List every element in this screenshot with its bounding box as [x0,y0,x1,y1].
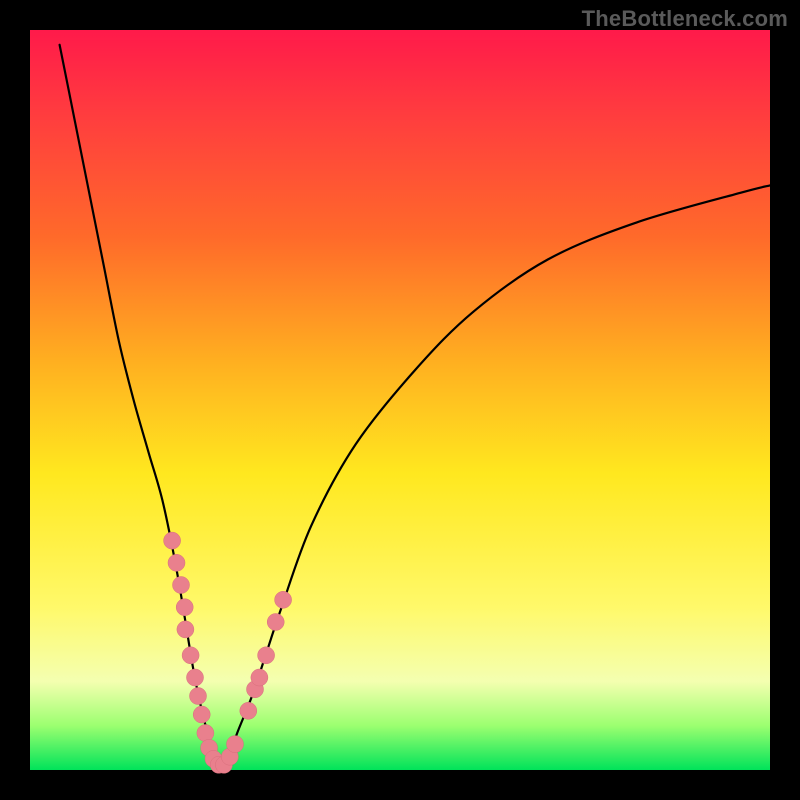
marker-point [275,591,292,608]
marker-point [182,647,199,664]
marker-point [176,599,193,616]
marker-point [187,669,204,686]
marker-point [227,736,244,753]
marker-point [190,688,207,705]
chart-container: TheBottleneck.com [0,0,800,800]
markers-group [164,532,292,773]
marker-point [267,614,284,631]
watermark-text: TheBottleneck.com [582,6,788,32]
marker-point [258,647,275,664]
plot-area [30,30,770,770]
marker-point [177,621,194,638]
chart-svg [30,30,770,770]
marker-point [164,532,181,549]
marker-point [173,577,190,594]
bottleneck-curve [60,45,770,767]
marker-point [197,725,214,742]
marker-point [240,702,257,719]
marker-point [193,706,210,723]
marker-point [251,669,268,686]
marker-point [168,554,185,571]
